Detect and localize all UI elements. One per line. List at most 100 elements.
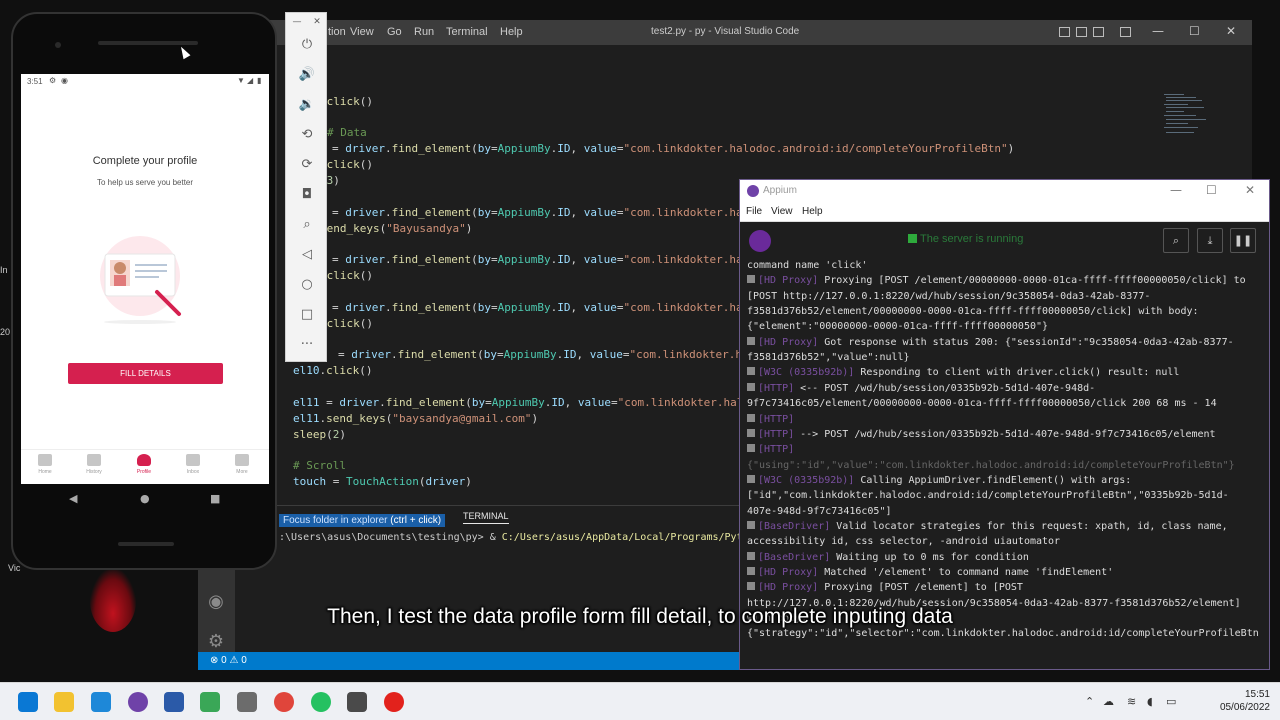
log-level-icon [747, 275, 755, 284]
minimize-icon[interactable]: — [1152, 24, 1164, 38]
log-line: ["id","com.linkdokter.halodoc.android:id… [747, 490, 1229, 502]
code-line[interactable]: = driver.find_element(by=AppiumBy.ID, va… [338, 348, 762, 361]
sync-icon: ◉ [61, 76, 68, 85]
nav-home[interactable]: Home [25, 454, 65, 475]
home-icon[interactable]: ○ [298, 276, 316, 294]
battery-icon: ▮ [257, 76, 262, 85]
menu-view[interactable]: View [350, 26, 374, 38]
profile-card-illustration [100, 236, 181, 324]
code-line[interactable]: el10.click() [293, 364, 373, 377]
code-line[interactable]: .click() [320, 269, 373, 282]
show-hidden-icons-icon[interactable]: ⌃ [1085, 695, 1094, 708]
start-windows-icon[interactable] [18, 692, 38, 712]
code-line[interactable]: # Scroll [293, 459, 346, 472]
pause-logs-button[interactable]: ❚❚ [1230, 228, 1256, 253]
menu-view[interactable]: View [771, 206, 793, 217]
code-line[interactable]: send_keys("Bayusandya") [320, 222, 472, 235]
log-level-icon [747, 428, 755, 437]
emulator-toolbar: — ✕ ⏻ 🔊 🔉 ⟲ ⟳ ◘ ⌕ ◁ ○ □ ··· [285, 12, 327, 362]
log-level-icon [747, 474, 755, 483]
battery-icon[interactable]: ▭ [1166, 695, 1176, 708]
zoom-icon[interactable]: ⌕ [298, 216, 316, 234]
download-logs-button[interactable]: ⤓ [1197, 228, 1223, 253]
power-icon[interactable]: ⏻ [298, 36, 316, 54]
more-icon[interactable]: ··· [298, 336, 316, 354]
menu-help[interactable]: Help [802, 206, 823, 217]
code-line[interactable]: = driver.find_element(by=AppiumBy.ID, va… [332, 142, 1014, 155]
settings-gear-icon[interactable]: ⚙ [205, 631, 227, 653]
menu-help[interactable]: Help [500, 26, 523, 38]
back-icon[interactable]: ◁ [298, 246, 316, 264]
code-line[interactable]: sleep(2) [293, 428, 346, 441]
code-line[interactable]: el11 = driver.find_element(by=AppiumBy.I… [293, 396, 750, 409]
volume-down-icon[interactable]: 🔉 [298, 96, 316, 114]
menu-selection[interactable]: tion [328, 26, 346, 38]
menu-run[interactable]: Run [414, 26, 434, 38]
overview-icon[interactable]: □ [298, 306, 316, 324]
complete-profile-title: Complete your profile [92, 155, 198, 167]
nav-inbox[interactable]: Inbox [173, 454, 213, 475]
problems-count[interactable]: ⊗ 0 ⚠ 0 [210, 655, 247, 666]
wifi-icon[interactable]: ≋ [1127, 695, 1136, 708]
rotate-right-icon[interactable]: ⟳ [298, 156, 316, 174]
word-icon[interactable] [164, 692, 184, 712]
volume-icon[interactable]: ◖ [1147, 695, 1153, 708]
toggle-sidebar-icon[interactable] [1059, 27, 1070, 37]
code-line[interactable]: # Data [327, 126, 367, 139]
paint-icon[interactable] [237, 692, 257, 712]
log-level-icon [747, 413, 755, 422]
back-icon[interactable]: ◀ [69, 492, 77, 505]
code-line[interactable]: = driver.find_element(by=AppiumBy.ID, va… [332, 253, 776, 266]
menu-terminal[interactable]: Terminal [446, 26, 488, 38]
close-icon[interactable]: ✕ [308, 13, 326, 31]
code-line[interactable]: = driver.find_element(by=AppiumBy.ID, va… [332, 206, 776, 219]
code-line[interactable]: .click() [320, 95, 373, 108]
chrome-icon[interactable] [274, 692, 294, 712]
code-line[interactable]: .click() [320, 317, 373, 330]
whatsapp-icon[interactable] [311, 692, 331, 712]
appium-icon[interactable] [128, 692, 148, 712]
minimize-icon[interactable]: — [288, 13, 306, 31]
stop-server-button[interactable] [749, 230, 771, 252]
maximize-icon[interactable]: ☐ [1206, 183, 1217, 197]
minimap[interactable] [1164, 92, 1208, 152]
menu-file[interactable]: File [746, 206, 762, 217]
log-line: {"strategy":"id","selector":"com.linkdok… [747, 628, 1259, 640]
maximize-icon[interactable]: ☐ [1189, 24, 1200, 38]
recents-icon[interactable]: ■ [210, 492, 220, 505]
customize-layout-icon[interactable] [1120, 27, 1131, 37]
log-line: command name 'click' [747, 260, 868, 271]
recorder-icon[interactable] [384, 692, 404, 712]
minimize-icon[interactable]: — [1170, 183, 1182, 197]
volume-up-icon[interactable]: 🔊 [298, 66, 316, 84]
android-studio-icon[interactable] [200, 692, 220, 712]
search-logs-button[interactable]: ⌕ [1163, 228, 1189, 253]
code-line[interactable]: .click() [320, 158, 373, 171]
camera-icon[interactable]: ◘ [298, 186, 316, 204]
home-icon [38, 454, 52, 466]
nav-more[interactable]: More [222, 454, 262, 475]
tab-terminal[interactable]: TERMINAL [463, 511, 509, 524]
fill-details-button[interactable]: FILL DETAILS [68, 363, 223, 384]
toggle-panel-icon[interactable] [1076, 27, 1087, 37]
file-explorer-icon[interactable] [54, 692, 74, 712]
nav-history[interactable]: History [74, 454, 114, 475]
code-line[interactable]: el11.send_keys("baysandya@gmail.com") [293, 412, 538, 425]
log-line: [W3C (0335b92b)] Calling AppiumDriver.fi… [747, 474, 1265, 486]
terminal-output[interactable]: :\Users\asus\Documents\testing\py> & C:/… [279, 532, 743, 543]
menu-go[interactable]: Go [387, 26, 402, 38]
close-icon[interactable]: ✕ [1245, 183, 1255, 197]
code-line[interactable]: touch = TouchAction(driver) [293, 475, 472, 488]
rotate-left-icon[interactable]: ⟲ [298, 126, 316, 144]
onedrive-icon[interactable]: ☁ [1103, 695, 1114, 708]
toggle-secondary-sidebar-icon[interactable] [1093, 27, 1104, 37]
system-clock[interactable]: 15:51 05/06/2022 [1190, 688, 1270, 714]
code-line[interactable]: = driver.find_element(by=AppiumBy.ID, va… [332, 301, 776, 314]
android-system-nav: ◀ ● ■ [13, 484, 275, 514]
emulator-icon[interactable] [347, 692, 367, 712]
close-icon[interactable]: ✕ [1226, 24, 1236, 38]
home-circle-icon[interactable]: ● [140, 492, 150, 505]
nav-profile[interactable]: Profile [124, 454, 164, 475]
log-level-icon [747, 336, 755, 345]
vscode-icon[interactable] [91, 692, 111, 712]
